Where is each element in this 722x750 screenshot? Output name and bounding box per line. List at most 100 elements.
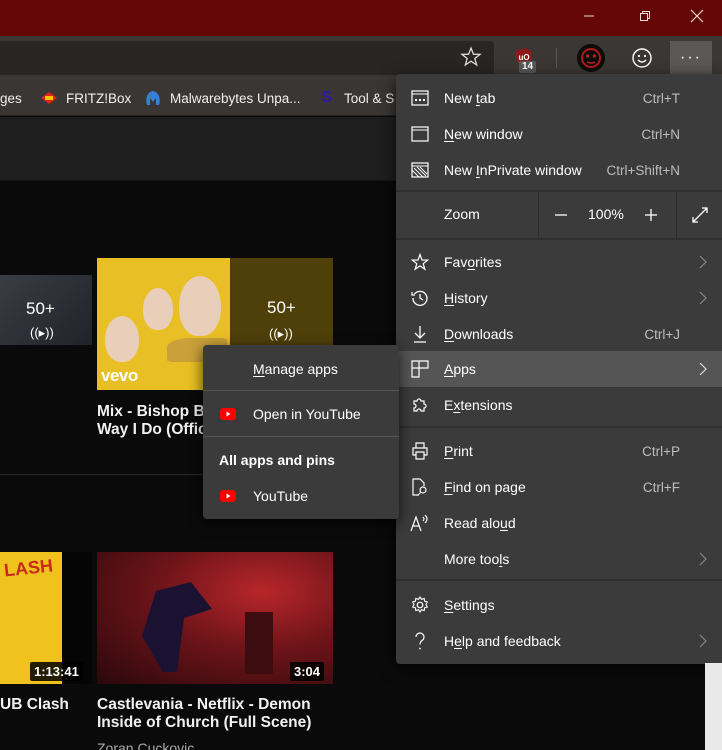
shortcut: Ctrl+P: [642, 443, 680, 459]
puzzle-icon: [410, 395, 430, 415]
zoom-row: Zoom 100%: [396, 192, 722, 238]
zoom-separator: [538, 192, 539, 238]
artwork-demon: [142, 582, 212, 672]
castlevania-thumbnail[interactable]: 3:04: [97, 552, 333, 684]
full-screen-button[interactable]: [682, 198, 718, 232]
expand-icon: [692, 207, 708, 223]
menu-item-history[interactable]: History: [396, 280, 722, 316]
zoom-level: 100%: [588, 206, 624, 222]
zoom-out-button[interactable]: [546, 198, 576, 232]
menu-item-find-on-page[interactable]: Find on page Ctrl+F: [396, 469, 722, 505]
menu-item-settings[interactable]: Settings: [396, 587, 722, 623]
video-title[interactable]: UB Clash: [0, 696, 69, 714]
favorite-label: Malwarebytes Unpa...: [170, 90, 301, 106]
zoom-label: Zoom: [444, 206, 480, 222]
menu-item-more-tools[interactable]: More tools: [396, 541, 722, 577]
menu-separator: [396, 238, 722, 240]
menu-item-downloads[interactable]: Downloads Ctrl+J: [396, 316, 722, 352]
smiley-icon: [632, 48, 652, 68]
profile-avatar[interactable]: [577, 44, 605, 72]
menu-item-extensions[interactable]: Extensions: [396, 387, 722, 423]
viewer-count: 50+: [26, 299, 55, 318]
page-scrollbar[interactable]: [705, 663, 722, 750]
star-icon: [460, 46, 482, 67]
menu-item-read-aloud[interactable]: Read aloud: [396, 505, 722, 541]
vevo-logo: vevo: [101, 366, 138, 385]
minimize-icon: [584, 15, 594, 17]
s-logo-icon: S: [321, 89, 333, 106]
youtube-app-item[interactable]: YouTube: [203, 476, 399, 516]
live-icon: ((▸)): [30, 325, 54, 340]
artwork-face: [105, 316, 139, 362]
menu-item-help-and-feedback[interactable]: Help and feedback: [396, 623, 722, 659]
find-on-page-icon: [410, 477, 430, 497]
chevron-right-icon: [699, 291, 707, 305]
artwork-pulpit: [245, 612, 273, 674]
ublock-badge: 14: [519, 61, 537, 73]
youtube-icon: [220, 490, 236, 502]
minimize-button[interactable]: [566, 0, 612, 32]
viewer-count: 50+: [267, 298, 296, 317]
more-icon: ···: [680, 49, 702, 66]
close-button[interactable]: [674, 0, 720, 32]
apps-submenu: Manage apps Open in YouTube All apps and…: [203, 345, 399, 519]
gear-icon: [410, 595, 430, 615]
menu-separator: [396, 426, 722, 428]
artwork-text: LASH: [3, 555, 54, 581]
favorite-label: FRITZ!Box: [66, 90, 132, 106]
menu-separator: [396, 579, 722, 581]
toolbar-separator: [556, 48, 557, 68]
address-bar[interactable]: [0, 41, 494, 75]
restore-icon: [640, 11, 650, 21]
video-duration: 1:13:41: [30, 662, 83, 681]
favorite-item[interactable]: S Tool & S: [318, 80, 395, 116]
favorite-item[interactable]: FRITZ!Box: [40, 80, 131, 116]
printer-icon: [410, 441, 430, 461]
shortcut: Ctrl+T: [642, 90, 680, 106]
video-title[interactable]: Mix - Bishop Br Way I Do (Offici: [97, 403, 207, 439]
youtube-icon: [220, 408, 236, 420]
menu-item-new-tab[interactable]: New tab Ctrl+T: [396, 80, 722, 116]
zoom-in-button[interactable]: [636, 198, 666, 232]
add-favorite-button[interactable]: [458, 44, 484, 70]
malwarebytes-icon: [144, 89, 162, 107]
menu-item-new-inprivate-window[interactable]: New InPrivate window Ctrl+Shift+N: [396, 152, 722, 188]
settings-and-more-button[interactable]: ···: [670, 41, 712, 75]
submenu-separator: [203, 436, 399, 437]
menu-item-apps[interactable]: Apps: [396, 351, 722, 387]
shortcut: Ctrl+Shift+N: [606, 162, 680, 178]
open-in-youtube-item[interactable]: Open in YouTube: [203, 394, 399, 434]
feedback-button[interactable]: [628, 44, 656, 72]
download-icon: [410, 324, 430, 344]
live-thumbnail[interactable]: 50+ ((▸)): [0, 275, 92, 345]
favorite-item[interactable]: Malwarebytes Unpa...: [144, 80, 301, 116]
live-icon: ((▸)): [269, 326, 293, 341]
new-window-icon: [410, 124, 430, 144]
manage-apps-item[interactable]: Manage apps: [203, 349, 399, 389]
plus-icon: [645, 209, 657, 221]
read-aloud-icon: [410, 513, 430, 533]
title-bar: [0, 0, 722, 36]
minus-icon: [555, 214, 567, 216]
channel-name[interactable]: Zoran Cuckovic: [97, 740, 194, 750]
menu-item-new-window[interactable]: New window Ctrl+N: [396, 116, 722, 152]
close-icon: [690, 9, 704, 23]
video-title[interactable]: Castlevania - Netflix - Demon Inside of …: [97, 696, 311, 732]
favorite-label: ges: [0, 90, 22, 106]
favorite-item[interactable]: ges: [0, 80, 22, 116]
restore-button[interactable]: [622, 0, 668, 32]
menu-item-print[interactable]: Print Ctrl+P: [396, 433, 722, 469]
fritzbox-icon: [40, 89, 58, 107]
favorite-label: Tool & S: [344, 90, 395, 106]
question-icon: [410, 631, 430, 651]
artwork-face: [143, 288, 173, 330]
zoom-separator: [676, 192, 677, 238]
chevron-right-icon: [699, 255, 707, 269]
chevron-right-icon: [699, 552, 707, 566]
star-icon: [410, 252, 430, 272]
menu-item-favorites[interactable]: Favorites: [396, 244, 722, 280]
settings-menu: New tab Ctrl+T New window Ctrl+N New InP…: [396, 74, 722, 664]
dub-clash-thumbnail[interactable]: LASH 1:13:41: [0, 552, 92, 684]
section-divider: [0, 474, 210, 475]
shortcut: Ctrl+F: [642, 479, 680, 495]
